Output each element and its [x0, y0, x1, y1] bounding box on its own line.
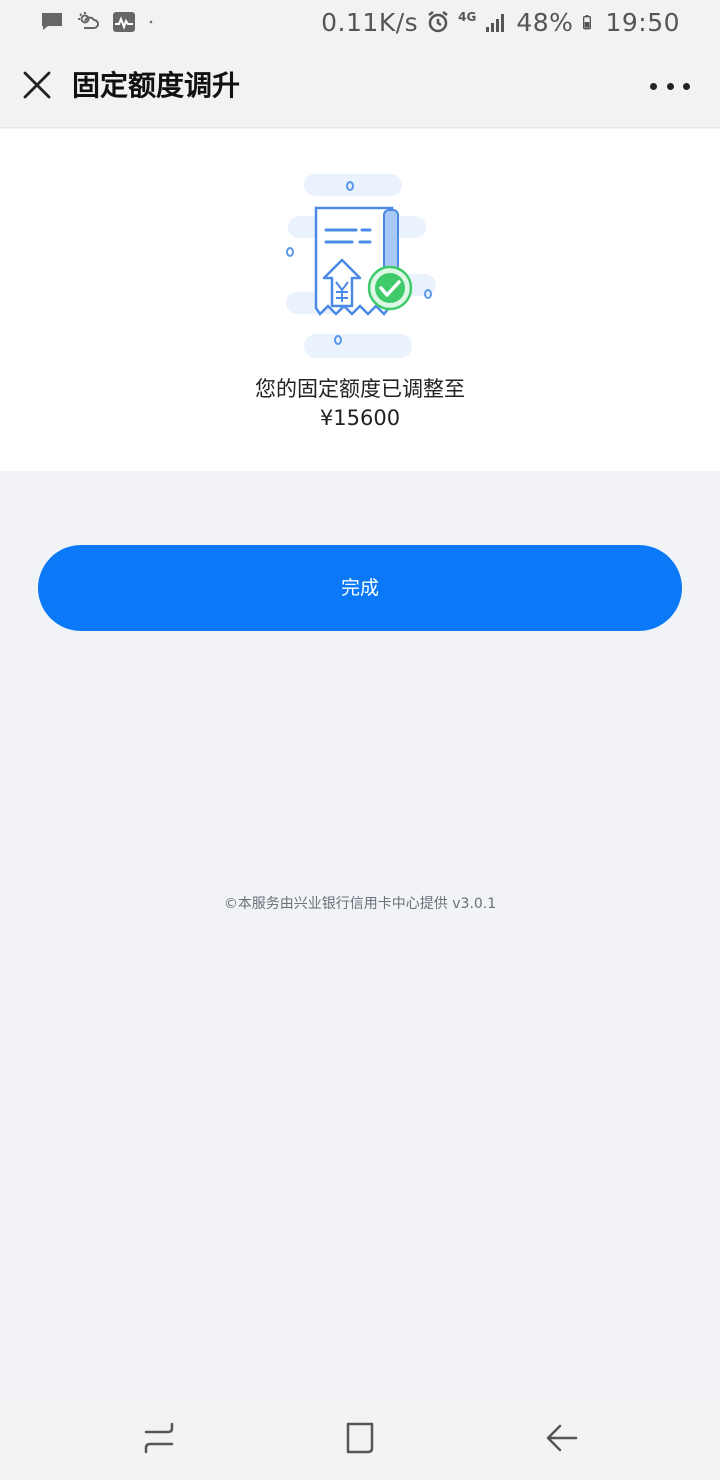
dot-icon	[149, 20, 153, 24]
status-left-icons	[40, 10, 160, 34]
android-nav-bar	[0, 1396, 720, 1480]
result-amount: ¥15600	[319, 406, 401, 430]
status-right: 0.11K/s 4G 48% 19:50	[321, 6, 680, 38]
more-dot	[666, 82, 674, 90]
footer-note: ©本服务由兴业银行信用卡中心提供 v3.0.1	[223, 896, 497, 912]
home-icon[interactable]	[340, 1418, 380, 1458]
back-icon[interactable]	[542, 1418, 582, 1458]
more-icon[interactable]	[650, 76, 690, 96]
page-title: 固定额度调升	[72, 69, 241, 102]
result-message: 您的固定额度已调整至	[255, 377, 465, 401]
done-button[interactable]: 完成	[38, 545, 682, 631]
alarm-icon	[428, 11, 448, 33]
activity-icon	[113, 12, 135, 32]
more-dot	[683, 82, 690, 90]
clock: 19:50	[605, 7, 680, 37]
battery-percent: 48%	[516, 7, 574, 37]
nav-bar: 固定额度调升	[0, 44, 720, 128]
more-dot	[650, 82, 657, 90]
network-speed: 0.11K/s	[321, 7, 419, 37]
signal-icon	[486, 14, 505, 32]
result-card: 您的固定额度已调整至 ¥15600	[0, 129, 720, 471]
recent-apps-icon[interactable]	[140, 1418, 180, 1458]
weather-icon	[78, 12, 99, 29]
status-bar: 0.11K/s 4G 48% 19:50	[0, 0, 720, 44]
close-icon[interactable]	[20, 68, 54, 102]
battery-icon	[583, 15, 592, 30]
receipt-check-icon	[286, 174, 436, 358]
message-icon	[42, 13, 62, 30]
network-type: 4G	[458, 10, 477, 24]
